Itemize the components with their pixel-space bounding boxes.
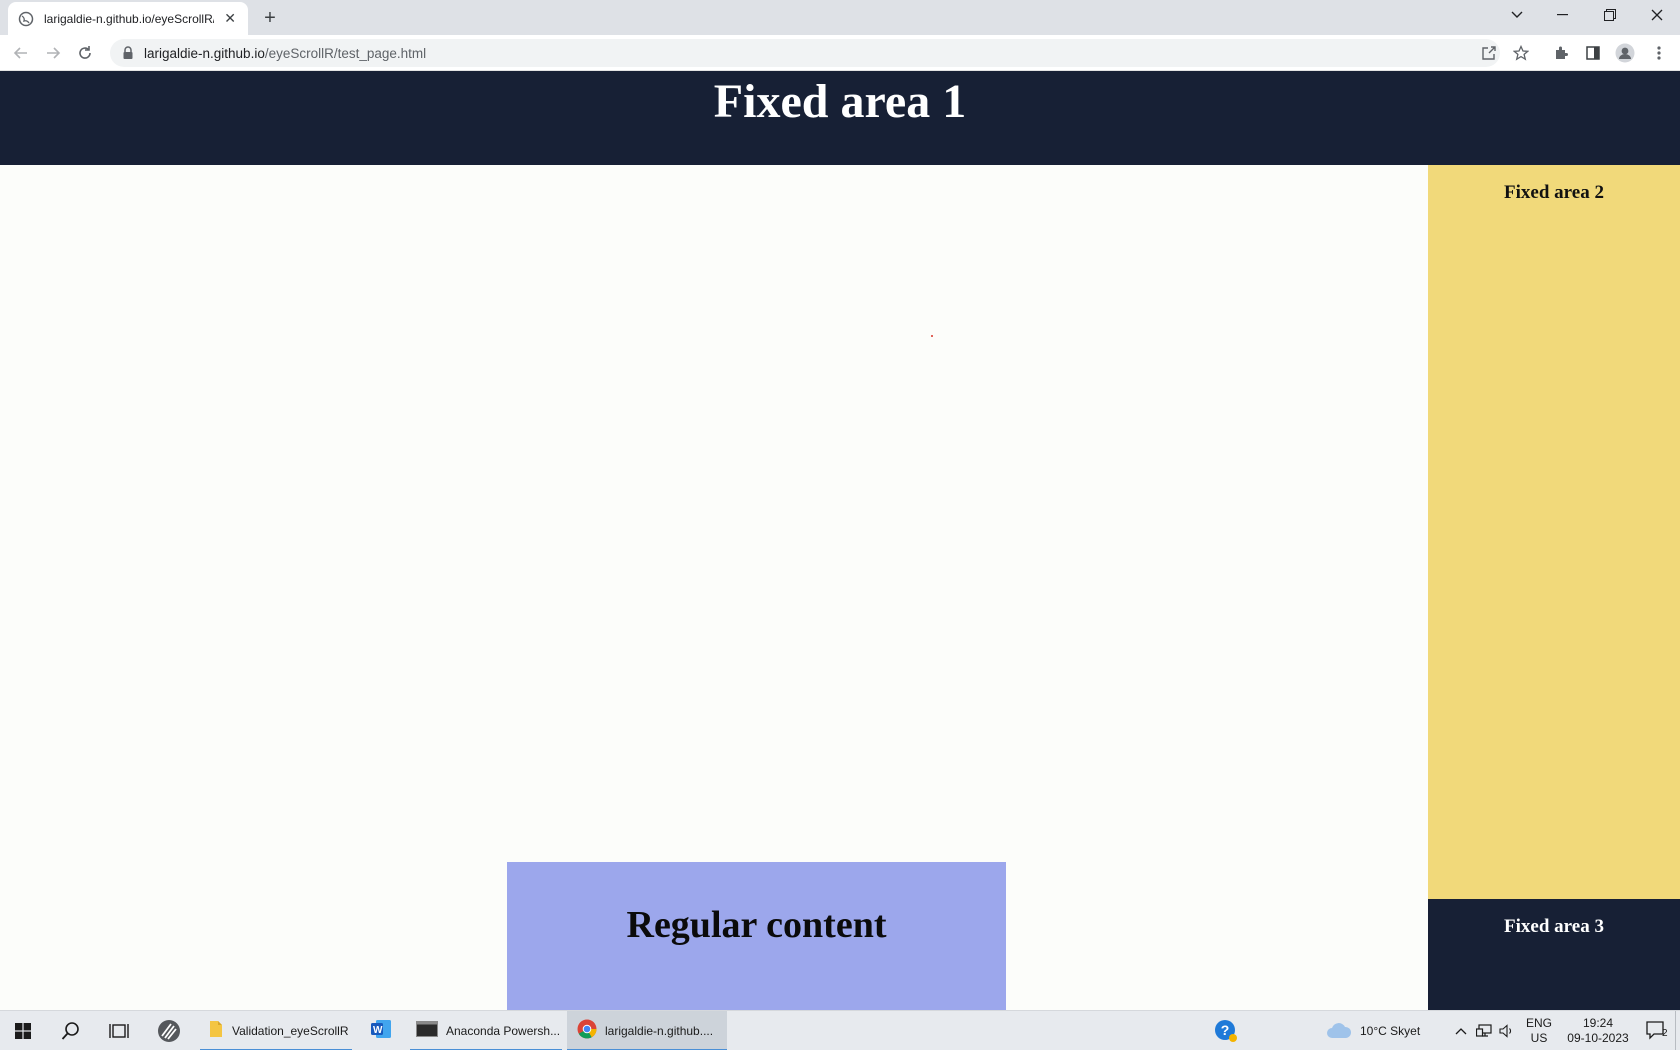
browser-tab-strip: larigaldie-n.github.io/eyeScrollR/test_p… [0,0,1680,35]
url-path: /eyeScrollR/test_page.html [264,45,427,61]
tab-search-icon[interactable] [1494,0,1540,30]
taskbar-app-anaconda[interactable]: Anaconda Powersh... [410,1011,562,1050]
lock-icon[interactable] [122,46,134,60]
bookmark-star-icon[interactable] [1509,41,1533,65]
taskbar-app-label: larigaldie-n.github.... [605,1024,714,1038]
page-viewport[interactable]: Fixed area 1 Fixed area 2 Fixed area 3 R… [0,71,1680,1010]
region-code: US [1530,1031,1548,1045]
chrome-icon [577,1019,597,1044]
kebab-menu-icon[interactable] [1647,41,1671,65]
task-view-button[interactable] [96,1011,142,1050]
address-bar[interactable]: larigaldie-n.github.io/eyeScrollR/test_p… [110,39,1500,67]
notification-count: 2 [1662,1028,1668,1039]
fixed-area-3: Fixed area 3 [1428,899,1680,1010]
search-button[interactable] [48,1011,94,1050]
task-view-icon [109,1024,129,1038]
mouse-cursor-dot [931,335,933,337]
language-indicator[interactable]: ENG US [1520,1011,1558,1050]
speaker-icon [1499,1024,1512,1038]
clock-date: 09-10-2023 [1567,1031,1629,1045]
back-button[interactable] [9,41,33,65]
network-icon [1476,1024,1492,1037]
show-desktop-divider [1675,1011,1676,1050]
weather-text: 10°C Skyet [1360,1024,1421,1038]
cloud-icon [1327,1023,1352,1038]
extensions-icon[interactable] [1549,41,1573,65]
fixed-area-1: Fixed area 1 [0,71,1680,165]
start-button[interactable] [0,1011,46,1050]
chevron-up-icon [1455,1028,1467,1035]
side-panel-icon[interactable] [1581,41,1605,65]
file-explorer-icon [208,1020,224,1043]
forward-button[interactable] [41,41,65,65]
fixed-area-3-heading: Fixed area 3 [1504,916,1604,937]
pinned-app-button[interactable] [146,1011,192,1050]
volume-tray-button[interactable] [1497,1011,1517,1050]
fixed-area-1-heading: Fixed area 1 [713,75,967,128]
taskbar-app-label: Anaconda Powersh... [446,1024,561,1038]
clock[interactable]: 19:24 09-10-2023 [1558,1011,1638,1050]
search-icon [61,1022,79,1040]
profile-avatar-icon[interactable] [1613,41,1637,65]
fixed-area-2-heading: Fixed area 2 [1504,182,1604,203]
word-icon: W [370,1019,392,1044]
regular-content: Regular content [507,862,1006,1010]
show-hidden-icons-button[interactable] [1452,1011,1470,1050]
terminal-icon [416,1020,438,1042]
taskbar-app-explorer[interactable]: Validation_eyeScrollR [200,1011,352,1050]
share-icon[interactable] [1477,41,1501,65]
action-center-button[interactable]: 2 [1638,1011,1676,1050]
fixed-area-2: Fixed area 2 [1428,165,1680,899]
help-icon: ? [1215,1020,1237,1042]
restore-button[interactable] [1587,0,1633,30]
clock-time: 19:24 [1582,1016,1614,1030]
new-tab-button[interactable]: + [258,6,282,30]
url-text: larigaldie-n.github.io/eyeScrollR/test_p… [144,46,426,61]
windows-logo-icon [15,1023,31,1039]
svg-text:W: W [373,1025,383,1036]
taskbar-app-label: Validation_eyeScrollR [232,1024,349,1038]
svg-text:?: ? [1221,1022,1230,1038]
tab-title: larigaldie-n.github.io/eyeScrollR/test_p… [44,11,214,26]
windows-taskbar: Validation_eyeScrollR W Anaconda Powersh… [0,1010,1680,1050]
reload-button[interactable] [73,41,97,65]
url-host: larigaldie-n.github.io [144,45,265,61]
network-tray-button[interactable] [1474,1011,1494,1050]
close-window-button[interactable] [1634,0,1680,30]
taskbar-app-chrome[interactable]: larigaldie-n.github.... [567,1011,727,1050]
weather-widget[interactable]: 10°C Skyet [1326,1011,1434,1050]
minimize-button[interactable] [1540,0,1586,30]
language-code: ENG [1525,1016,1552,1030]
taskbar-app-word[interactable]: W [362,1011,400,1050]
striped-app-icon [158,1020,180,1042]
close-tab-icon[interactable]: ✕ [222,10,238,27]
globe-icon [18,11,34,27]
browser-tab[interactable]: larigaldie-n.github.io/eyeScrollR/test_p… [8,2,248,35]
browser-toolbar: larigaldie-n.github.io/eyeScrollR/test_p… [0,35,1680,71]
help-tray-button[interactable]: ? [1212,1011,1240,1050]
regular-content-heading: Regular content [626,904,887,946]
